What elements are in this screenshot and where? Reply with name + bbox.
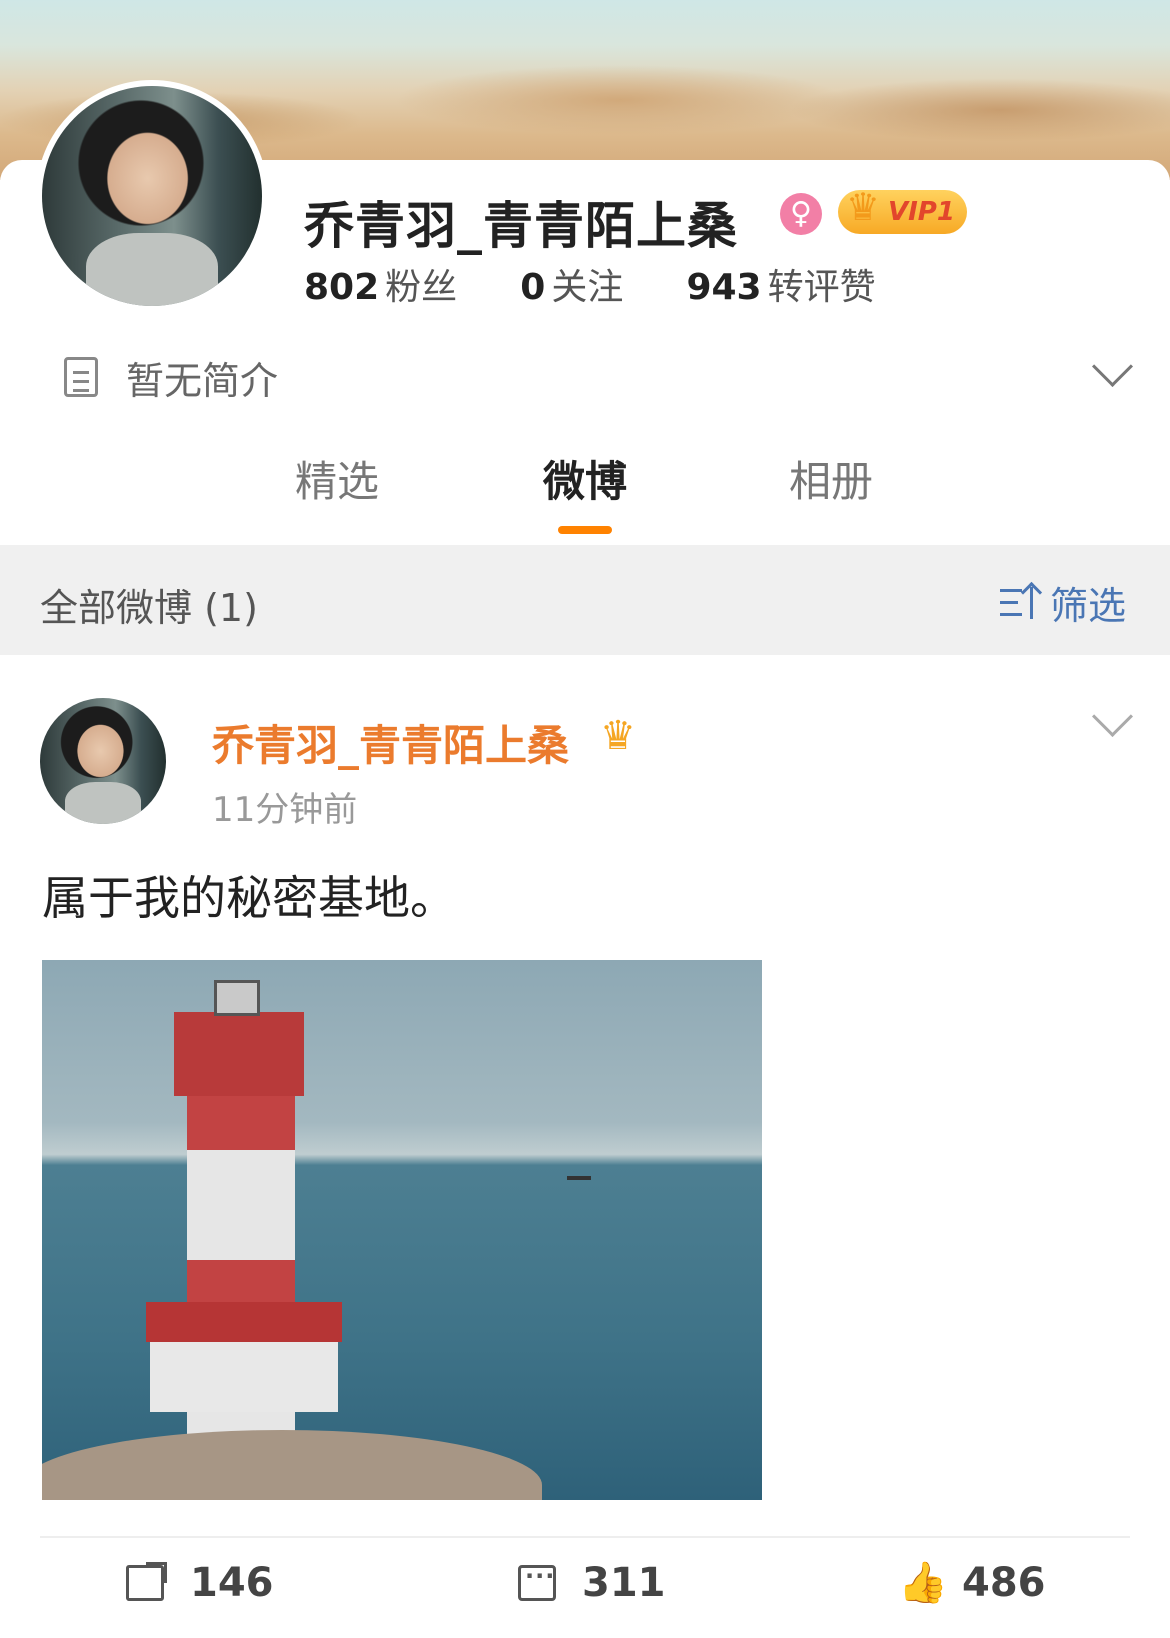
female-icon: ♀ bbox=[780, 193, 822, 235]
post-actions: 146 311 👍 486 bbox=[0, 1556, 1170, 1630]
profile-stats: 802 粉丝 0 关注 943 转评赞 bbox=[304, 258, 934, 308]
active-tab-indicator bbox=[558, 526, 612, 534]
divider bbox=[40, 1536, 1130, 1538]
vip-badge[interactable]: ♛ VIP1 bbox=[838, 185, 967, 234]
post-timestamp: 11分钟前 bbox=[212, 790, 358, 830]
like-button[interactable]: 👍 486 bbox=[898, 1560, 1046, 1606]
stat-following[interactable]: 0 关注 bbox=[520, 258, 623, 310]
share-icon bbox=[126, 1562, 167, 1601]
filter-label: 筛选 bbox=[1049, 584, 1126, 628]
boat-shape bbox=[567, 1176, 591, 1180]
all-posts-count: 全部微博 (1) bbox=[40, 586, 258, 630]
post-text: 属于我的秘密基地。 bbox=[42, 871, 456, 925]
post-author-name[interactable]: 乔青羽_青青陌上桑 bbox=[212, 712, 569, 773]
profile-name: 乔青羽_青青陌上桑 bbox=[304, 197, 738, 255]
comment-button[interactable]: 311 bbox=[518, 1556, 666, 1606]
vip-crown-icon[interactable]: ♛ bbox=[600, 712, 636, 760]
stat-followers[interactable]: 802 粉丝 bbox=[304, 258, 457, 310]
lighthouse-top bbox=[174, 1012, 304, 1096]
profile-avatar[interactable] bbox=[36, 80, 268, 312]
tab-weibo[interactable]: 微博 bbox=[485, 448, 685, 509]
repost-count: 146 bbox=[190, 1560, 274, 1606]
tab-featured[interactable]: 精选 bbox=[237, 448, 437, 509]
post-author-avatar[interactable] bbox=[40, 698, 166, 824]
filter-button[interactable]: 筛选 bbox=[999, 575, 1126, 630]
filter-bar: 全部微博 (1) 筛选 bbox=[0, 545, 1170, 655]
stat-interactions[interactable]: 943 转评赞 bbox=[686, 258, 875, 310]
comment-count: 311 bbox=[582, 1560, 666, 1606]
repost-button[interactable]: 146 bbox=[126, 1560, 274, 1606]
comment-icon bbox=[518, 1556, 556, 1601]
lighthouse-lantern bbox=[214, 980, 260, 1016]
rocks-shape bbox=[42, 1430, 542, 1500]
tab-album[interactable]: 相册 bbox=[731, 448, 931, 509]
intro-text: 暂无简介 bbox=[126, 358, 279, 403]
post-image-lighthouse[interactable] bbox=[42, 960, 762, 1500]
filter-icon bbox=[999, 585, 1040, 621]
lighthouse-base-band bbox=[146, 1302, 342, 1342]
profile-intro[interactable]: 暂无简介 bbox=[64, 352, 279, 403]
thumbs-up-icon: 👍 bbox=[898, 1560, 948, 1606]
like-count: 486 bbox=[962, 1560, 1046, 1606]
crown-icon: ♛ bbox=[845, 185, 881, 229]
vip-label: VIP1 bbox=[888, 197, 955, 227]
document-icon bbox=[64, 357, 98, 397]
